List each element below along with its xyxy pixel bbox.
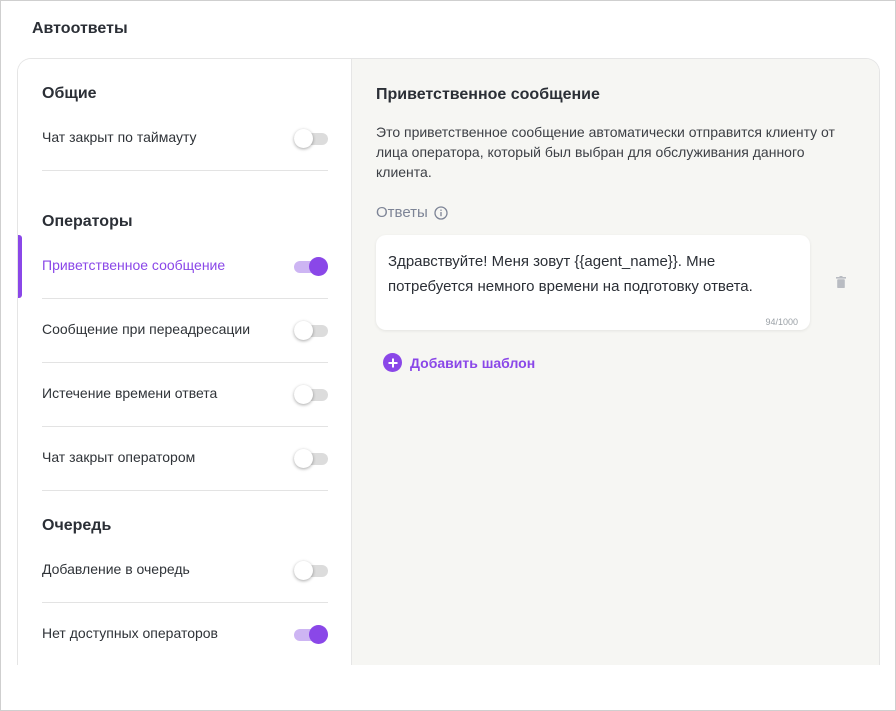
trash-icon[interactable] xyxy=(836,276,846,288)
toggle-knob xyxy=(294,385,313,404)
page-title: Автоответы xyxy=(32,20,128,37)
toggle-welcome-message[interactable] xyxy=(294,257,328,276)
toggle-redirect-message[interactable] xyxy=(294,321,328,340)
sidebar-item-label: Чат закрыт по таймауту xyxy=(42,129,197,145)
toggle-knob xyxy=(294,129,313,148)
info-icon[interactable] xyxy=(434,205,448,220)
section-title-general: Общие xyxy=(42,85,97,102)
settings-card: Общие Чат закрыт по таймауту Операторы П… xyxy=(17,58,880,665)
sidebar-item-label: Приветственное сообщение xyxy=(42,257,226,273)
toggle-no-operators[interactable] xyxy=(294,625,328,644)
sidebar-item-welcome-message[interactable]: Приветственное сообщение xyxy=(18,235,351,298)
detail-description: Это приветственное сообщение автоматичес… xyxy=(376,124,835,180)
sidebar-item-redirect-message[interactable]: Сообщение при переадресации xyxy=(18,299,351,362)
detail-title: Приветственное сообщение xyxy=(376,86,600,103)
add-template-button[interactable]: Добавить шаблон xyxy=(383,353,535,372)
sidebar-item-label: Добавление в очередь xyxy=(42,561,190,577)
reply-template-text[interactable]: Здравствуйте! Меня зовут {{agent_name}}.… xyxy=(388,249,798,299)
answers-label: Ответы xyxy=(376,204,428,221)
toggle-response-timeout[interactable] xyxy=(294,385,328,404)
toggle-knob xyxy=(294,321,313,340)
reply-template-input[interactable]: Здравствуйте! Меня зовут {{agent_name}}.… xyxy=(376,235,810,330)
detail-panel: Приветственное сообщение Это приветствен… xyxy=(352,59,879,665)
toggle-chat-closed-by-operator[interactable] xyxy=(294,449,328,468)
sidebar-item-label: Сообщение при переадресации xyxy=(42,321,251,337)
active-indicator xyxy=(18,235,22,298)
autoreply-sidebar: Общие Чат закрыт по таймауту Операторы П… xyxy=(18,59,352,665)
divider xyxy=(42,170,328,171)
answers-heading: Ответы xyxy=(376,204,448,221)
sidebar-item-added-to-queue[interactable]: Добавление в очередь xyxy=(18,539,351,602)
sidebar-item-label: Нет доступных операторов xyxy=(42,625,218,641)
sidebar-item-label: Истечение времени ответа xyxy=(42,385,218,401)
sidebar-item-chat-timeout[interactable]: Чат закрыт по таймауту xyxy=(18,107,351,170)
app-window: Автоответы Общие Чат закрыт по таймауту … xyxy=(0,0,896,711)
toggle-chat-timeout[interactable] xyxy=(294,129,328,148)
sidebar-item-chat-closed-by-operator[interactable]: Чат закрыт оператором xyxy=(18,427,351,490)
toggle-knob xyxy=(309,257,328,276)
character-counter: 94/1000 xyxy=(765,317,798,327)
plus-icon xyxy=(383,353,402,372)
section-title-queue: Очередь xyxy=(42,517,112,534)
toggle-knob xyxy=(294,561,313,580)
section-title-operators: Операторы xyxy=(42,213,133,230)
toggle-added-to-queue[interactable] xyxy=(294,561,328,580)
sidebar-item-label: Чат закрыт оператором xyxy=(42,449,196,465)
divider xyxy=(42,490,328,491)
toggle-knob xyxy=(294,449,313,468)
sidebar-item-no-operators[interactable]: Нет доступных операторов xyxy=(18,603,351,665)
sidebar-item-response-timeout[interactable]: Истечение времени ответа xyxy=(18,363,351,426)
add-template-label: Добавить шаблон xyxy=(410,354,536,371)
toggle-knob xyxy=(309,625,328,644)
